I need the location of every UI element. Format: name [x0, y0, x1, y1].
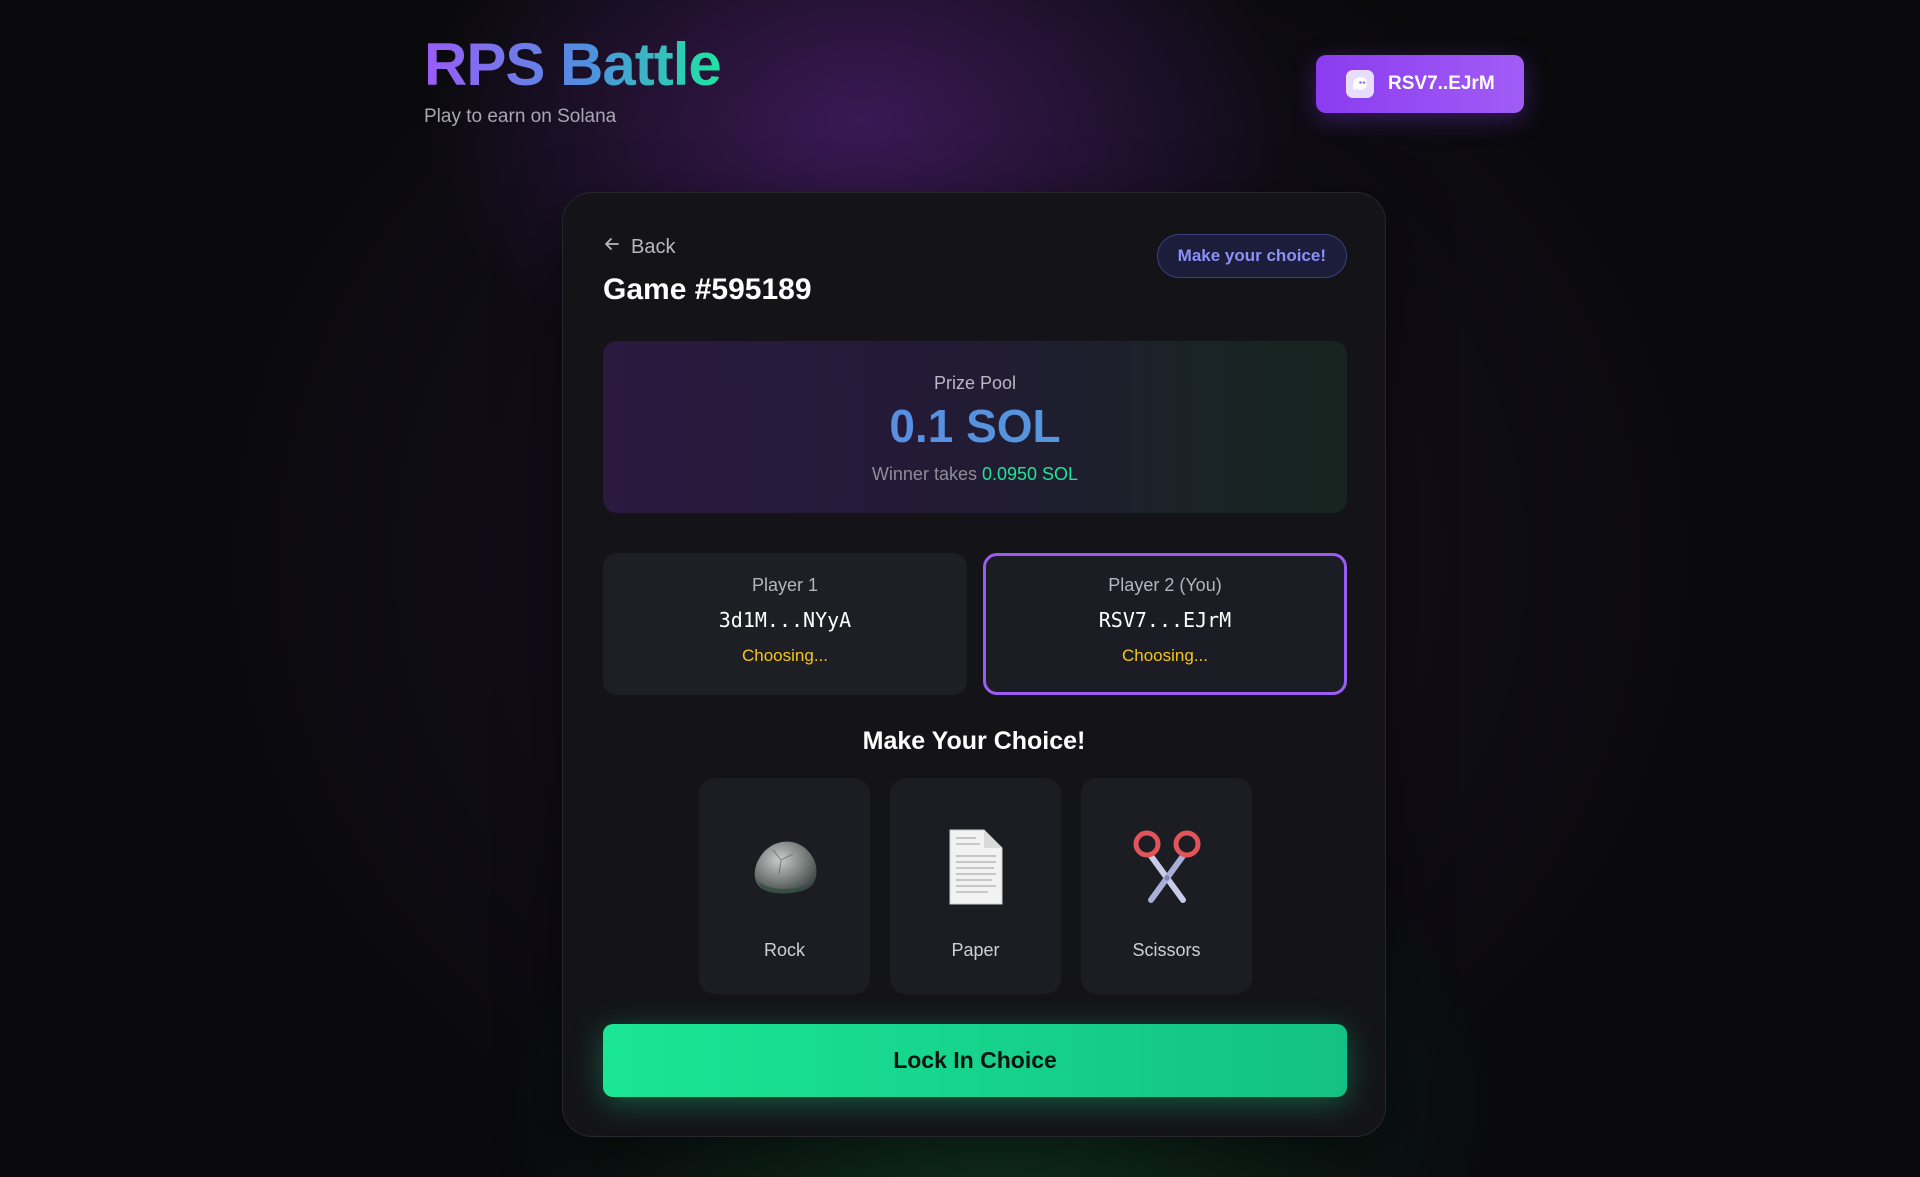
- player-address: RSV7...EJrM: [1098, 608, 1232, 632]
- rock-option[interactable]: Rock: [699, 778, 870, 994]
- scissors-option[interactable]: Scissors: [1081, 778, 1252, 994]
- scissors-label: Scissors: [1132, 940, 1201, 960]
- winner-takes-label: Winner takes: [871, 464, 977, 484]
- prize-pool-amount: 0.1 SOL: [603, 400, 1347, 452]
- game-card: Back Game #595189 Make your choice! Priz…: [562, 192, 1386, 1137]
- app-title: RPS Battle: [424, 28, 722, 102]
- winner-takes-amount: 0.0950 SOL: [981, 464, 1079, 484]
- paper-icon: [890, 826, 1061, 906]
- back-label: Back: [631, 235, 676, 258]
- paper-label: Paper: [951, 940, 1000, 960]
- arrow-left-icon: [603, 235, 621, 259]
- app-subtitle: Play to earn on Solana: [424, 106, 617, 127]
- player-label: Player 1: [751, 575, 819, 595]
- player-status: Choosing...: [742, 646, 828, 665]
- wallet-address: RSV7..EJrM: [1388, 73, 1495, 94]
- back-button[interactable]: Back: [603, 235, 675, 259]
- winner-takes-text: Winner takes 0.0950 SOL: [603, 464, 1347, 485]
- brand: RPS Battle Play to earn on Solana: [424, 28, 722, 128]
- rock-label: Rock: [763, 940, 805, 960]
- prize-pool-panel: Prize Pool 0.1 SOL Winner takes 0.0950 S…: [603, 341, 1347, 513]
- status-badge: Make your choice!: [1156, 234, 1347, 278]
- player-address: 3d1M...NYyA: [718, 608, 852, 632]
- player-label: Player 2 (You): [1108, 575, 1222, 595]
- lock-in-button[interactable]: Lock In Choice: [603, 1024, 1347, 1097]
- wallet-button[interactable]: RSV7..EJrM: [1316, 55, 1524, 113]
- player-status: Choosing...: [1122, 646, 1208, 665]
- choice-heading: Make Your Choice!: [862, 727, 1086, 755]
- paper-option[interactable]: Paper: [890, 778, 1061, 994]
- prize-pool-label: Prize Pool: [933, 373, 1017, 393]
- player-2-card: Player 2 (You) RSV7...EJrM Choosing...: [983, 553, 1347, 695]
- page: RPS Battle Play to earn on Solana RSV7..…: [0, 0, 1920, 1177]
- player-1-card: Player 1 3d1M...NYyA Choosing...: [603, 553, 967, 695]
- game-title: Game #595189: [603, 273, 812, 306]
- rock-icon: [699, 826, 870, 906]
- ghost-icon: [1346, 70, 1374, 98]
- choice-options: Rock Paper Scissors: [699, 778, 1252, 994]
- scissors-icon: [1081, 826, 1252, 906]
